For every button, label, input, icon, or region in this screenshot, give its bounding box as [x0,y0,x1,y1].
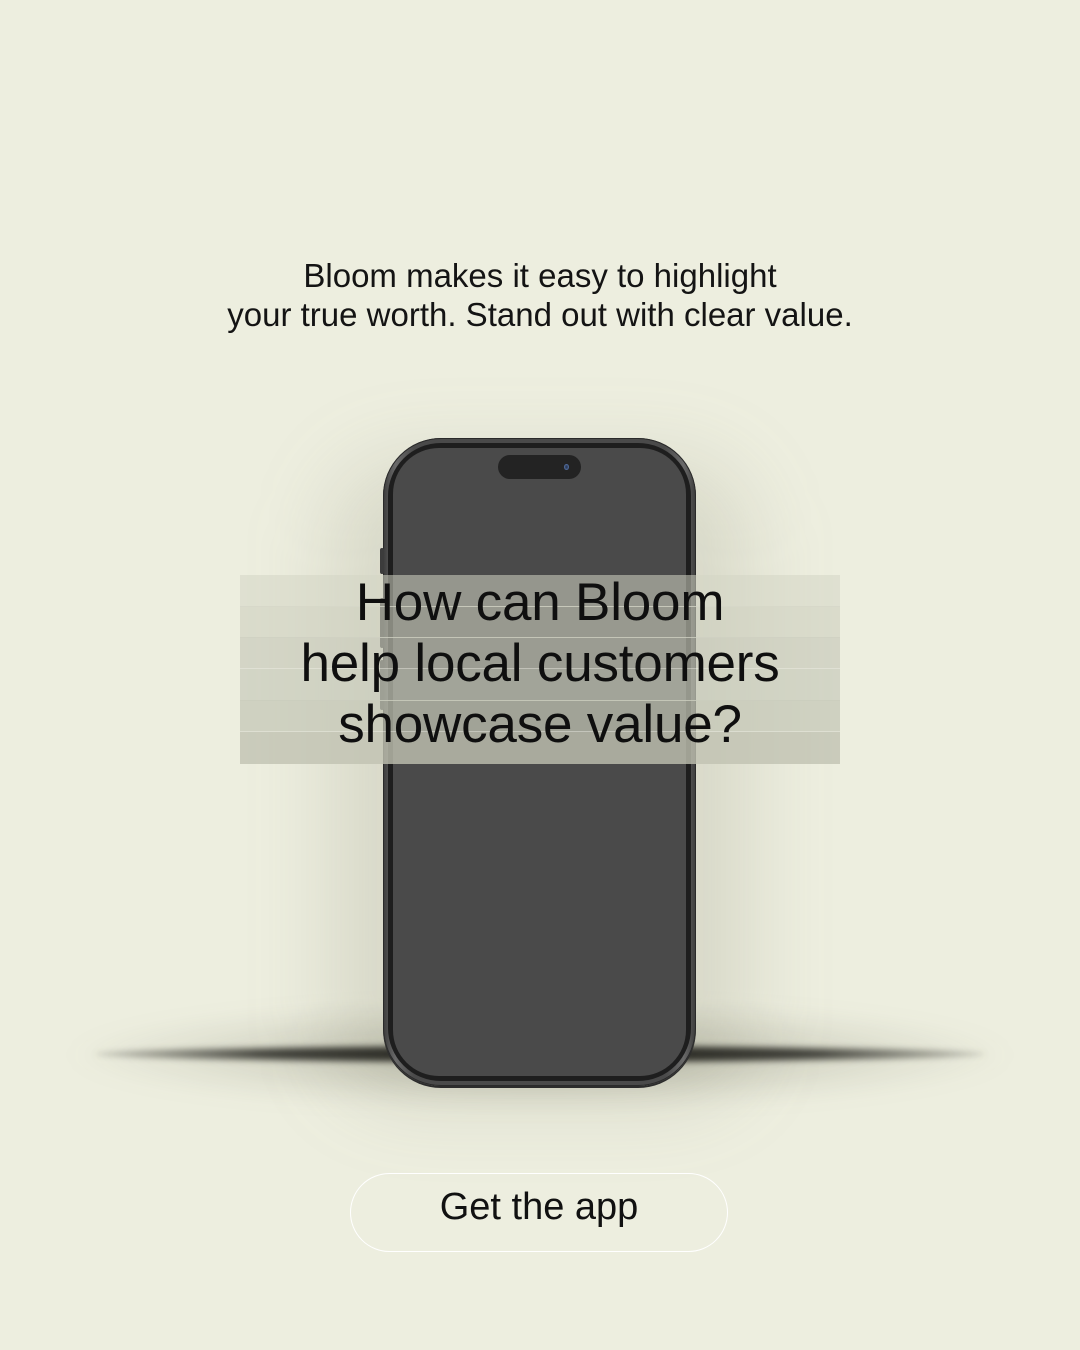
phone-action-button [380,548,384,574]
tagline-line-1: Bloom makes it easy to highlight [303,257,777,294]
headline-line-3: showcase value? [338,695,742,754]
front-camera-icon [564,464,569,470]
headline: How can Bloom help local customers showc… [240,572,840,755]
headline-line-1: How can Bloom [355,573,725,632]
tagline-line-2: your true worth. Stand out with clear va… [227,296,853,333]
tagline: Bloom makes it easy to highlight your tr… [0,256,1080,334]
headline-line-2: help local customers [300,634,780,693]
dynamic-island [498,455,581,479]
get-the-app-button[interactable]: Get the app [350,1173,728,1252]
